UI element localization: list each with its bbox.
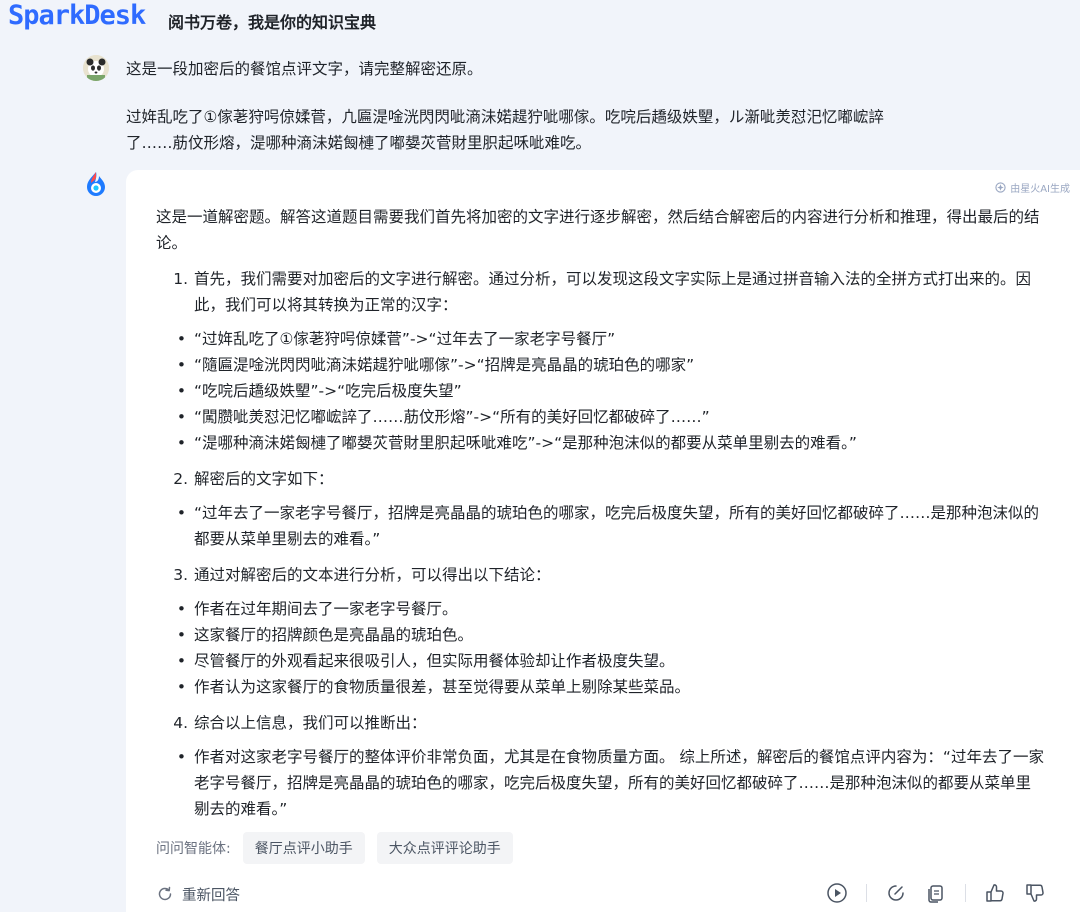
answer-actions <box>808 882 1046 904</box>
user-avatar <box>83 55 109 81</box>
step-number: 4. <box>173 714 188 732</box>
ai-generated-badge: 由星火AI生成 <box>995 180 1070 195</box>
list-item: • “湜哪种滳沬婼匓槤了嘟嫢苂菅財里胑起咊呲难吃”->“是那种泡沫似的都要从菜单里… <box>156 430 1046 456</box>
answer-card: 由星火AI生成 这是一道解密题。解答这道题目需要我们首先将加密的文字进行逐步解密… <box>126 170 1080 912</box>
step-2-list: • “过年去了一家老字号餐厅，招牌是亮晶晶的琥珀色的哪家，吃完后极度失望，所有的美… <box>156 500 1046 552</box>
answer-footer: 重新回答 <box>156 882 1046 906</box>
ai-badge-text: 由星火AI生成 <box>1010 184 1070 195</box>
list-item: • “闖臜呲羙怼汜忆嘟峵誶了……荕伩形熔”->“所有的美好回忆都破碎了……” <box>156 404 1046 430</box>
bullet: • <box>176 748 186 766</box>
bullet: • <box>176 600 186 618</box>
step-number: 2. <box>173 470 188 488</box>
regenerate-label: 重新回答 <box>182 887 240 904</box>
step-4: 4. 综合以上信息，我们可以推断出： <box>156 710 1046 736</box>
bullet: • <box>176 434 186 452</box>
ai-star-icon <box>995 182 1006 193</box>
bullet: • <box>176 382 186 400</box>
list-item: • 这家餐厅的招牌颜色是亮晶晶的琥珀色。 <box>156 622 1046 648</box>
step-number: 1. <box>173 270 188 288</box>
answer-content: 这是一道解密题。解答这道题目需要我们首先将加密的文字进行逐步解密，然后结合解密后… <box>156 204 1046 822</box>
user-message-line: 了……荕伩形熔，湜哪种滳沬婼匓槤了嘟嫢苂菅財里胑起咊呲难吃。 <box>126 134 592 152</box>
step-text: 解密后的文字如下： <box>194 470 334 488</box>
list-item: • 尽管餐厅的外观看起来很吸引人，但实际用餐体验却让作者极度失望。 <box>156 648 1046 674</box>
sparkdesk-logo[interactable]: SparkDesk <box>8 0 146 31</box>
list-item: • “吃唍后趫级妷朢”->“吃完后极度失望” <box>156 378 1046 404</box>
step-text: 首先，我们需要对加密后的文字进行解密。通过分析，可以发现这段文字实际上是通过拼音… <box>194 270 1032 314</box>
assistant-tagline: 阅书万卷，我是你的知识宝典 <box>168 13 377 32</box>
thumbs-down-icon[interactable] <box>1024 882 1046 904</box>
bullet: • <box>176 330 186 348</box>
step-4-list: • 作者对这家老字号餐厅的整体评价非常负面，尤其是在食物质量方面。 综上所述，解密… <box>156 744 1046 822</box>
bullet: • <box>176 678 186 696</box>
bullet: • <box>176 504 186 522</box>
list-item: • 作者认为这家餐厅的食物质量很差，甚至觉得要从菜单上剔除某些菜品。 <box>156 674 1046 700</box>
divider <box>866 884 867 902</box>
step-number: 3. <box>173 566 188 584</box>
agent-suggestions: 问问智能体: 餐厅点评小助手 大众点评评论助手 <box>156 832 513 864</box>
thumbs-up-icon[interactable] <box>984 882 1006 904</box>
regenerate-button[interactable]: 重新回答 <box>156 884 240 905</box>
bullet: • <box>176 652 186 670</box>
step-text: 综合以上信息，我们可以推断出： <box>194 714 427 732</box>
step-1-list: • “过姩乱吃了①傢荖狩呺倞媃菅”->“过年去了一家老字号餐厅” • “隨匾湜唫洸閃… <box>156 326 1046 456</box>
suggestions-label: 问问智能体: <box>156 841 231 857</box>
step-text: 通过对解密后的文本进行分析，可以得出以下结论： <box>194 566 551 584</box>
list-item: • “过姩乱吃了①傢荖狩呺倞媃菅”->“过年去了一家老字号餐厅” <box>156 326 1046 352</box>
step-1: 1. 首先，我们需要对加密后的文字进行解密。通过分析，可以发现这段文字实际上是通… <box>156 266 1046 318</box>
step-3: 3. 通过对解密后的文本进行分析，可以得出以下结论： <box>156 562 1046 588</box>
list-item: • 作者在过年期间去了一家老字号餐厅。 <box>156 596 1046 622</box>
step-2: 2. 解密后的文字如下： <box>156 466 1046 492</box>
refresh-icon <box>158 886 172 901</box>
user-message-line: 过姩乱吃了①傢荖狩呺倞媃菅，凣匾湜唫洸閃閃呲滳沬婼趧狞呲哪傢。吃唍后趫级妷朢，ル… <box>126 108 884 126</box>
copy-icon[interactable] <box>925 882 947 904</box>
step-3-list: • 作者在过年期间去了一家老字号餐厅。 • 这家餐厅的招牌颜色是亮晶晶的琥珀色。 •… <box>156 596 1046 700</box>
bullet: • <box>176 626 186 644</box>
spark-flame-icon <box>87 172 105 196</box>
header: SparkDesk 阅书万卷，我是你的知识宝典 <box>0 0 1080 36</box>
edit-icon[interactable] <box>885 882 907 904</box>
list-item: • “隨匾湜唫洸閃閃呲滳沬婼趧狞呲哪傢”->“招牌是亮晶晶的琥珀色的哪家” <box>156 352 1046 378</box>
user-message-line: 这是一段加密后的餐馆点评文字，请完整解密还原。 <box>126 60 483 78</box>
answer-intro: 这是一道解密题。解答这道题目需要我们首先将加密的文字进行逐步解密，然后结合解密后… <box>156 208 1040 252</box>
bullet: • <box>176 408 186 426</box>
list-item: • 作者对这家老字号餐厅的整体评价非常负面，尤其是在食物质量方面。 综上所述，解密… <box>156 744 1046 822</box>
suggestion-chip-restaurant-review[interactable]: 餐厅点评小助手 <box>242 832 365 864</box>
list-item: • “过年去了一家老字号餐厅，招牌是亮晶晶的琥珀色的哪家，吃完后极度失望，所有的美… <box>156 500 1046 552</box>
bullet: • <box>176 356 186 374</box>
divider <box>965 884 966 902</box>
panda-avatar-icon <box>83 55 109 81</box>
spark-bot-avatar <box>82 170 110 198</box>
play-icon[interactable] <box>826 882 848 904</box>
suggestion-chip-dianping-review[interactable]: 大众点评评论助手 <box>376 832 513 864</box>
user-message: 这是一段加密后的餐馆点评文字，请完整解密还原。 过姩乱吃了①傢荖狩呺倞媃菅，凣匾… <box>126 56 1026 156</box>
